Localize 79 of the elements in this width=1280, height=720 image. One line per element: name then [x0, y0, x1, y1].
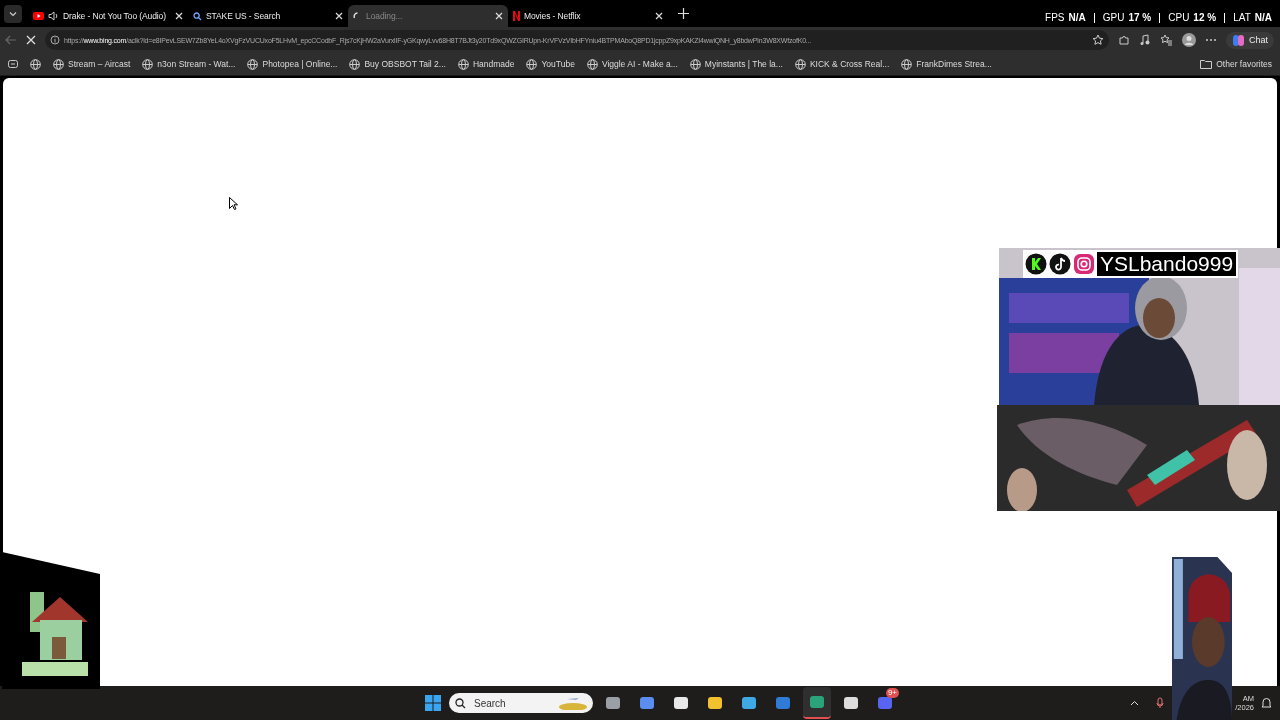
- n-logo-icon: [513, 11, 520, 21]
- globe-icon: [586, 58, 598, 70]
- app-icon: [605, 695, 621, 711]
- globe-icon: [689, 58, 701, 70]
- globe-icon[interactable]: [30, 58, 41, 70]
- stat-label: FPS: [1045, 12, 1065, 23]
- tab-title: Loading...: [366, 11, 404, 21]
- folder-icon: [1200, 59, 1213, 69]
- play-logo-icon: [33, 12, 44, 20]
- bookmark[interactable]: KICK & Cross Real...: [794, 58, 890, 70]
- bell-icon[interactable]: [1261, 697, 1272, 709]
- stat-label: GPU: [1102, 12, 1125, 23]
- globe-icon: [457, 58, 469, 70]
- profile-icon[interactable]: [1182, 33, 1196, 47]
- bookmark[interactable]: FrankDimes Strea...: [901, 58, 992, 70]
- stat-value: 17 %: [1128, 12, 1152, 23]
- globe-icon: [526, 58, 538, 70]
- chevron-up-icon[interactable]: [1130, 700, 1140, 706]
- globe-icon: [901, 58, 913, 70]
- close-icon[interactable]: [335, 12, 343, 20]
- app-icon: [707, 695, 723, 711]
- stop-icon[interactable]: [26, 35, 36, 45]
- start-icon[interactable]: [425, 695, 441, 711]
- stat-value: N/A: [1068, 12, 1086, 23]
- app-icon: [809, 694, 825, 710]
- bookmark[interactable]: Handmade: [457, 58, 515, 70]
- globe-icon: [349, 58, 361, 70]
- tab-title: Movies - Netflix: [524, 11, 582, 21]
- new-tab-icon[interactable]: [678, 8, 689, 19]
- more-icon[interactable]: [1205, 38, 1217, 42]
- bookmark[interactable]: n3on Stream - Wat...: [142, 58, 236, 70]
- search-input[interactable]: Search: [472, 696, 551, 710]
- star-icon[interactable]: [1092, 34, 1104, 46]
- taskbar-search-field[interactable]: Search: [449, 693, 593, 713]
- search-icon: [193, 11, 202, 21]
- stat-label: LAT: [1233, 12, 1251, 23]
- stat-value: N/A: [1254, 12, 1272, 23]
- globe-icon: [247, 58, 259, 70]
- bookmark[interactable]: YouTube: [526, 58, 575, 70]
- bookmark[interactable]: Stream – Aircast: [53, 58, 131, 70]
- address-bar[interactable]: [45, 30, 1109, 50]
- info-icon: [50, 35, 60, 45]
- app-icon: [741, 695, 757, 711]
- app-icon: [843, 695, 859, 711]
- app-icon: [877, 695, 893, 711]
- browser-tab[interactable]: Drake - Not You Too (Audio): [28, 5, 188, 27]
- close-icon[interactable]: [655, 12, 663, 20]
- stat-label: CPU: [1168, 12, 1190, 23]
- copilot-icon: [1232, 33, 1245, 47]
- notification-badge: 9+: [885, 688, 899, 698]
- other-favorites-button[interactable]: Other favorites: [1200, 59, 1272, 69]
- bookmark[interactable]: Buy OBSBOT Tail 2...: [349, 58, 446, 70]
- close-icon[interactable]: [495, 12, 503, 20]
- music-icon[interactable]: [1139, 34, 1151, 46]
- chat-button[interactable]: Chat: [1226, 31, 1274, 49]
- tab-actions-icon[interactable]: [8, 60, 18, 68]
- browser-tab[interactable]: Loading...: [348, 5, 508, 27]
- bookmark[interactable]: Viggle AI - Make a...: [586, 58, 678, 70]
- tab-menu-button[interactable]: [4, 4, 22, 23]
- close-icon[interactable]: [175, 12, 183, 20]
- microphone-icon[interactable]: [1156, 697, 1165, 709]
- browser-tab[interactable]: Movies - Netflix: [508, 5, 668, 27]
- landscape-icon: [557, 696, 587, 710]
- tab-title: Drake - Not You Too (Audio): [63, 11, 167, 21]
- cursor-icon: [229, 197, 238, 210]
- stat-value: 12 %: [1193, 12, 1217, 23]
- app-icon: [639, 695, 655, 711]
- app-icon: [775, 695, 791, 711]
- globe-icon: [142, 58, 154, 70]
- globe-icon: [53, 58, 64, 70]
- globe-icon: [794, 58, 806, 70]
- bookmark[interactable]: Photopea | Online...: [247, 58, 338, 70]
- search-icon: [455, 697, 466, 709]
- taskbar-app-button[interactable]: 9+: [871, 688, 899, 718]
- tab-title: STAKE US - Search: [206, 11, 282, 21]
- favorites-icon[interactable]: [1160, 34, 1173, 46]
- app-icon: [673, 695, 689, 711]
- browser-tab[interactable]: STAKE US - Search: [188, 5, 348, 27]
- bookmark[interactable]: Myinstants | The la...: [689, 58, 783, 70]
